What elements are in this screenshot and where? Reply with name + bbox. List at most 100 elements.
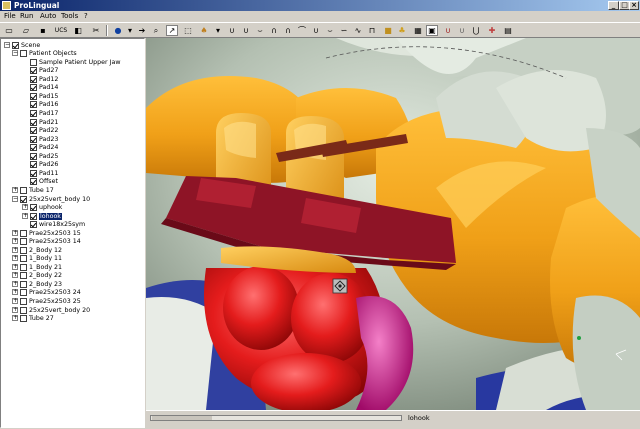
jaw-icon[interactable]: ⋃	[470, 25, 482, 36]
tree-item[interactable]: + Prae25x2503 14	[12, 237, 81, 245]
wire-icon[interactable]: ∪	[226, 25, 238, 36]
tree-item[interactable]: Pad15	[30, 92, 58, 100]
wire-icon[interactable]: ∪	[310, 25, 322, 36]
checkbox[interactable]	[20, 229, 27, 237]
tree-item[interactable]: Pad23	[30, 135, 58, 143]
cut-icon[interactable]: ✂	[90, 25, 102, 36]
selection-handle[interactable]	[332, 278, 348, 294]
scroll-thumb[interactable]	[152, 416, 212, 420]
horizontal-scrollbar[interactable]	[150, 415, 402, 421]
tree-item[interactable]: Pad22	[30, 126, 58, 134]
checkbox[interactable]	[30, 66, 37, 74]
tree-item-patient-objects[interactable]: − Patient Objects	[12, 49, 77, 57]
checkbox[interactable]	[30, 220, 37, 228]
expand-icon[interactable]: +	[12, 264, 18, 270]
tree-item[interactable]: Pad16	[30, 100, 58, 108]
bracket-icon[interactable]: ⊓	[366, 25, 378, 36]
checkbox[interactable]	[30, 126, 37, 134]
tree-item[interactable]: Pad14	[30, 83, 58, 91]
pick-icon[interactable]: ↗	[166, 25, 178, 36]
tree-item[interactable]: Pad26	[30, 160, 58, 168]
collapse-icon[interactable]: −	[12, 50, 18, 56]
checkbox[interactable]	[30, 83, 37, 91]
expand-icon[interactable]: +	[12, 298, 18, 304]
object-tree[interactable]: − Scene − Patient Objects Sample Patient U…	[0, 38, 145, 428]
print-icon[interactable]: ▤	[502, 25, 514, 36]
close-button[interactable]: ×	[629, 1, 639, 10]
expand-icon[interactable]: +	[12, 247, 18, 253]
wire-icon[interactable]: ∪	[240, 25, 252, 36]
checkbox[interactable]	[30, 75, 37, 83]
tree-item[interactable]: Offset	[30, 177, 58, 185]
checkbox[interactable]	[20, 186, 27, 194]
checkbox[interactable]	[30, 118, 37, 126]
checkbox[interactable]	[30, 143, 37, 151]
checkbox[interactable]	[30, 152, 37, 160]
jaw-icon[interactable]: ∪	[442, 25, 454, 36]
save-icon[interactable]: ▪	[37, 25, 49, 36]
expand-icon[interactable]: +	[12, 307, 18, 313]
tree-item[interactable]: +1_Body 21	[12, 263, 62, 271]
expand-icon[interactable]: +	[12, 255, 18, 261]
menu-file[interactable]: File	[4, 12, 16, 20]
dropdown-icon[interactable]: ▾	[124, 25, 136, 36]
checkbox[interactable]	[20, 280, 27, 288]
checkbox[interactable]	[20, 237, 27, 245]
minimize-button[interactable]: _	[608, 1, 619, 10]
checkbox[interactable]	[30, 92, 37, 100]
tooth-icon[interactable]: ♣	[396, 25, 408, 36]
menu-help[interactable]: ?	[84, 12, 88, 20]
tree-item[interactable]: Pad27	[30, 66, 58, 74]
expand-icon[interactable]: +	[12, 315, 18, 321]
wire-icon[interactable]: ∩	[282, 25, 294, 36]
collapse-icon[interactable]: −	[12, 196, 18, 202]
tooth-icon[interactable]: ♠	[198, 25, 210, 36]
camera-icon[interactable]: ◧	[72, 25, 84, 36]
expand-icon[interactable]: +	[12, 281, 18, 287]
checkbox[interactable]	[20, 49, 27, 57]
checkbox[interactable]	[20, 271, 27, 279]
tree-item[interactable]: Sample Patient Upper Jaw	[30, 58, 120, 66]
checkbox[interactable]	[12, 41, 19, 49]
tree-item[interactable]: +2_Body 12	[12, 246, 62, 254]
bracket-icon[interactable]: ■	[382, 25, 394, 36]
menu-run[interactable]: Run	[20, 12, 33, 20]
checkbox[interactable]	[20, 314, 27, 322]
checkbox[interactable]	[30, 169, 37, 177]
checkbox[interactable]	[20, 195, 27, 203]
checkbox[interactable]	[30, 58, 37, 66]
tree-item[interactable]: Pad12	[30, 75, 58, 83]
tree-item[interactable]: + Prae25x2503 15	[12, 229, 81, 237]
tree-item[interactable]: +1_Body 11	[12, 254, 62, 262]
ucs-button[interactable]: UCS	[54, 25, 68, 36]
tree-item[interactable]: Pad24	[30, 143, 58, 151]
checkbox[interactable]	[30, 203, 37, 211]
checkbox[interactable]	[20, 254, 27, 262]
zoom-icon[interactable]: ⌕	[150, 25, 162, 36]
tree-item[interactable]: wire18x25sym	[30, 220, 85, 228]
tree-item[interactable]: Pad25	[30, 152, 58, 160]
open-icon[interactable]: ▱	[20, 25, 32, 36]
3d-viewport[interactable]	[146, 38, 640, 410]
menu-auto[interactable]: Auto	[40, 12, 56, 20]
expand-icon[interactable]: +	[22, 213, 28, 219]
expand-icon[interactable]: +	[12, 272, 18, 278]
checkbox[interactable]	[30, 212, 37, 220]
tree-item[interactable]: +2_Body 22	[12, 271, 62, 279]
curve-icon[interactable]: ∿	[352, 25, 364, 36]
checkbox[interactable]	[20, 288, 27, 296]
expand-icon[interactable]: +	[12, 289, 18, 295]
tree-item[interactable]: + Tube 17	[12, 186, 54, 194]
tree-item[interactable]: + uphook	[22, 203, 62, 211]
tree-item-selected[interactable]: + lohook	[22, 212, 62, 220]
checkbox[interactable]	[20, 263, 27, 271]
wire-icon[interactable]: ⌣	[324, 25, 336, 36]
expand-icon[interactable]: +	[22, 204, 28, 210]
checkbox[interactable]	[30, 135, 37, 143]
tree-item[interactable]: + Tube 27	[12, 314, 54, 322]
tree-item[interactable]: +25x25vert_body 20	[12, 306, 90, 314]
tree-item[interactable]: +2_Body 23	[12, 280, 62, 288]
checkbox[interactable]	[30, 100, 37, 108]
expand-icon[interactable]: +	[12, 238, 18, 244]
tree-item[interactable]: −25x25vert_body 10	[12, 195, 90, 203]
